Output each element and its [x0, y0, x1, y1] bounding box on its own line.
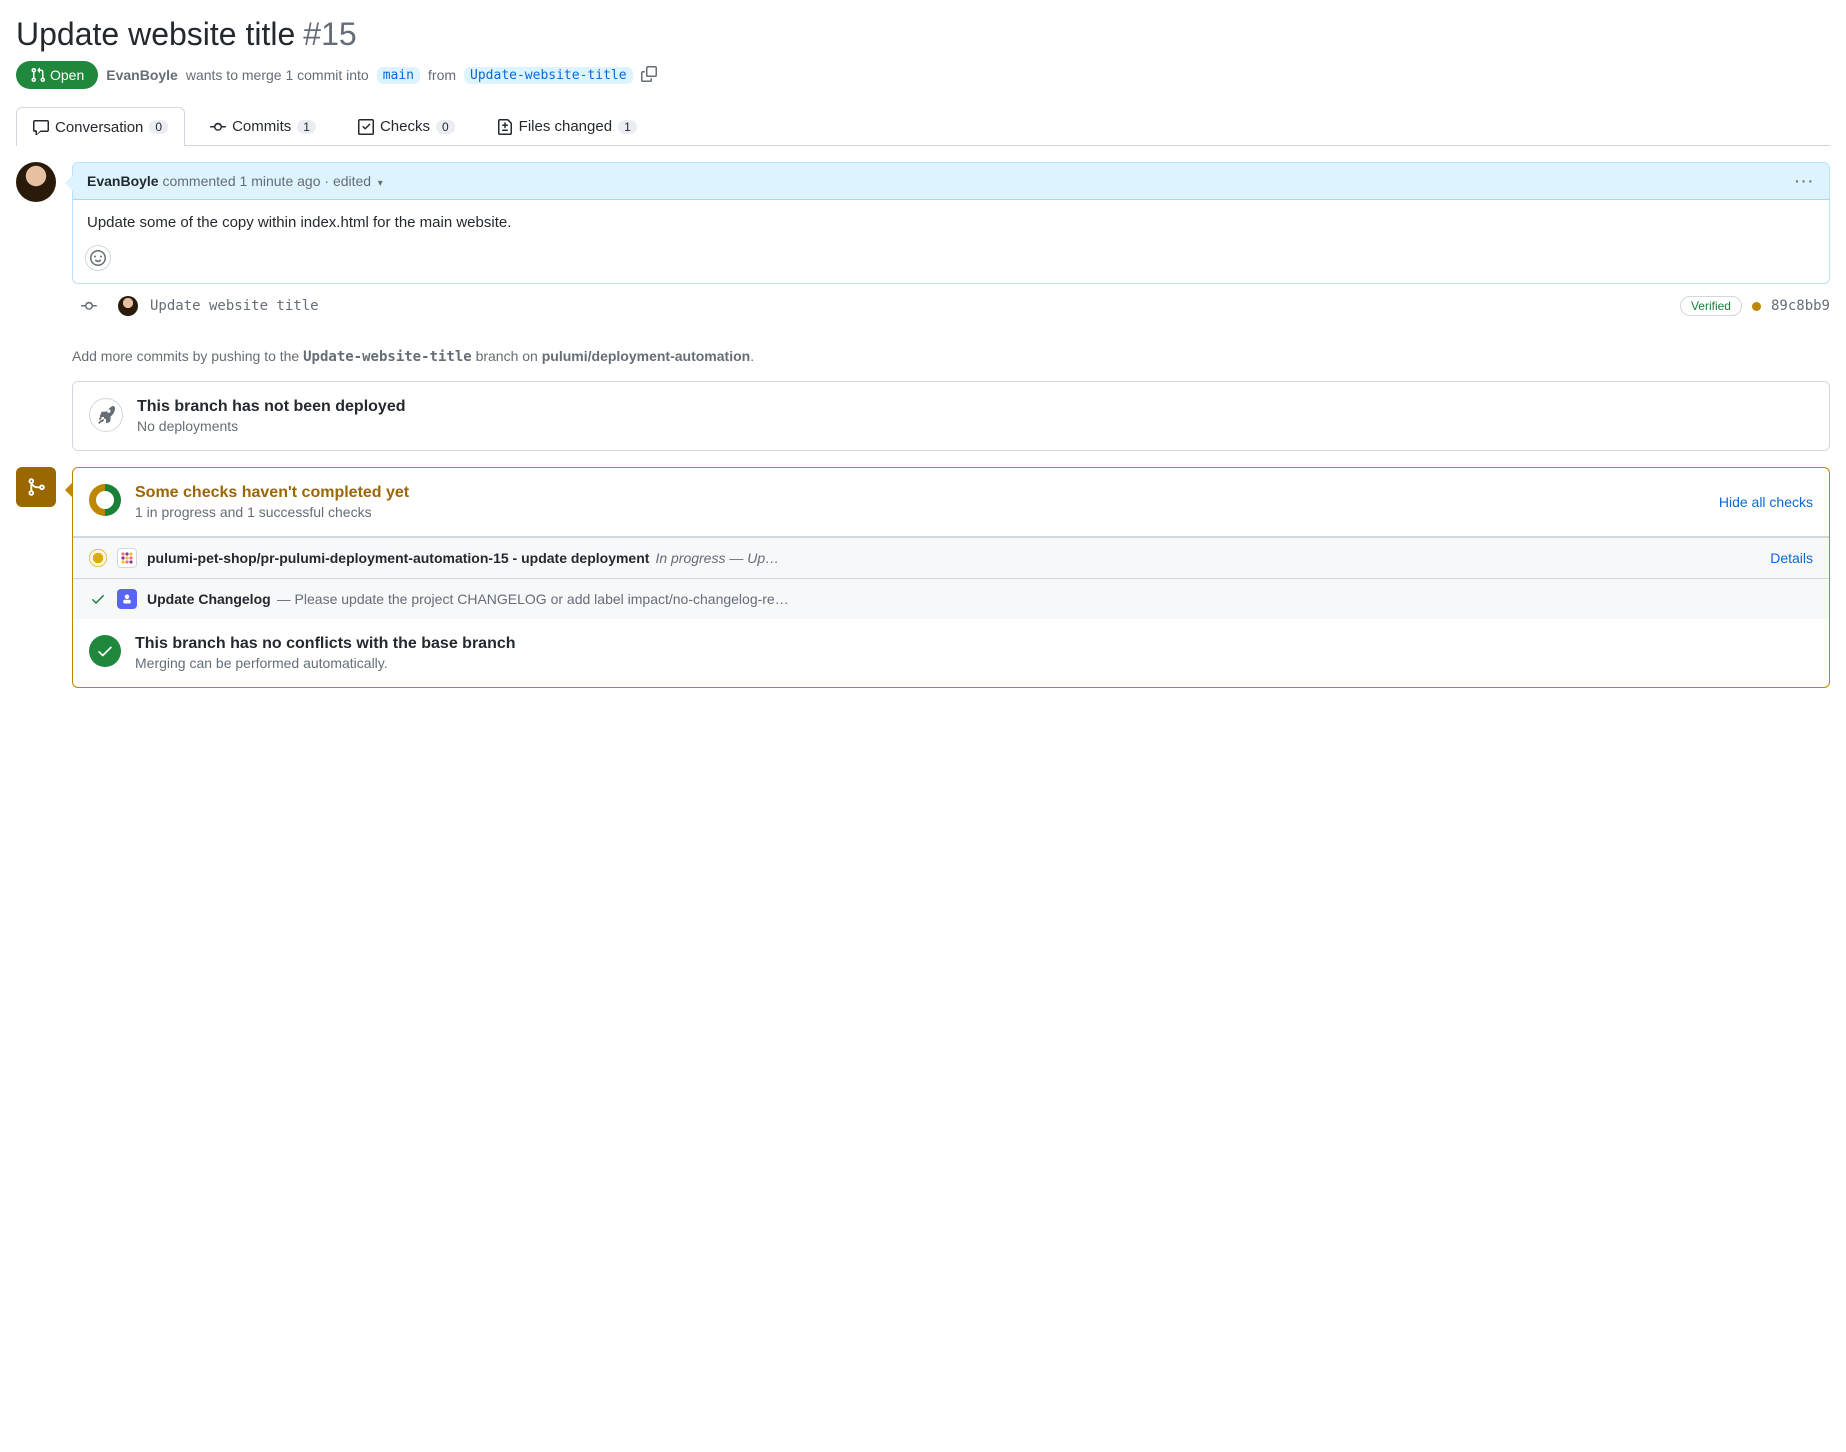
commit-message[interactable]: Update website title	[150, 298, 319, 314]
push-hint-prefix: Add more commits by pushing to the	[72, 348, 303, 364]
base-branch-pill[interactable]: main	[377, 67, 420, 84]
check-row: pulumi-pet-shop/pr-pulumi-deployment-aut…	[73, 537, 1829, 578]
tab-files[interactable]: Files changed 1	[480, 107, 654, 145]
check-details-link[interactable]: Details	[1770, 550, 1813, 566]
pr-number: #15	[303, 16, 356, 53]
tab-files-label: Files changed	[519, 118, 612, 135]
commit-timeline-item: Update website title Verified 89c8bb9	[72, 284, 1830, 328]
commit-sha[interactable]: 89c8bb9	[1771, 298, 1830, 314]
git-pull-request-icon	[30, 67, 46, 83]
comment-author[interactable]: EvanBoyle	[87, 173, 159, 189]
comment-menu-icon[interactable]: ···	[1795, 173, 1815, 189]
comment-action: commented	[162, 173, 235, 189]
tab-commits[interactable]: Commits 1	[193, 107, 333, 145]
smiley-icon	[90, 250, 106, 266]
commit-marker-icon	[72, 298, 106, 314]
commit-avatar[interactable]	[118, 296, 138, 316]
push-hint-mid: branch on	[472, 348, 542, 364]
commits-icon	[210, 119, 226, 135]
bot-app-icon	[117, 589, 137, 609]
tab-checks[interactable]: Checks 0	[341, 107, 472, 145]
conflicts-title: This branch has no conflicts with the ba…	[135, 635, 516, 653]
comment-edited[interactable]: edited	[333, 173, 371, 189]
merge-status-icon	[16, 467, 56, 507]
rocket-icon	[89, 398, 123, 432]
push-hint-branch: Update-website-title	[303, 349, 472, 365]
commit-status-dot[interactable]	[1752, 302, 1761, 311]
tab-checks-count: 0	[436, 120, 455, 134]
check-success-icon	[89, 590, 107, 608]
push-hint-suffix: .	[750, 348, 754, 364]
comment-box: EvanBoyle commented 1 minute ago · edite…	[72, 162, 1830, 284]
check-row: Update Changelog — Please update the pro…	[73, 578, 1829, 619]
author-avatar[interactable]	[16, 162, 56, 202]
push-hint-repo: pulumi/deployment-automation	[542, 348, 750, 364]
deploy-title: This branch has not been deployed	[137, 398, 405, 416]
tab-files-count: 1	[618, 120, 637, 134]
file-diff-icon	[497, 119, 513, 135]
copy-branch-icon[interactable]	[641, 66, 657, 85]
hide-checks-link[interactable]: Hide all checks	[1719, 494, 1813, 510]
push-hint: Add more commits by pushing to the Updat…	[72, 348, 1830, 365]
tab-conversation[interactable]: Conversation 0	[16, 107, 185, 146]
deploy-card: This branch has not been deployed No dep…	[72, 381, 1830, 451]
verified-badge[interactable]: Verified	[1680, 296, 1742, 316]
tab-commits-count: 1	[297, 120, 316, 134]
checks-icon	[358, 119, 374, 135]
comment-sep: ·	[324, 173, 333, 189]
checks-sub: 1 in progress and 1 successful checks	[135, 504, 409, 520]
checks-donut-icon	[89, 484, 121, 516]
conversation-icon	[33, 119, 49, 135]
pr-state-label: Open	[50, 67, 84, 83]
deploy-sub: No deployments	[137, 418, 405, 434]
conflicts-sub: Merging can be performed automatically.	[135, 655, 516, 671]
pulumi-app-icon	[117, 548, 137, 568]
tab-checks-label: Checks	[380, 118, 430, 135]
pr-author[interactable]: EvanBoyle	[106, 67, 178, 83]
pr-state-badge: Open	[16, 61, 98, 89]
check-desc: — Please update the project CHANGELOG or…	[277, 591, 789, 607]
pr-title: Update website title	[16, 16, 295, 53]
check-name[interactable]: Update Changelog	[147, 591, 271, 607]
tab-conversation-label: Conversation	[55, 119, 143, 136]
pr-meta-text-2: from	[428, 67, 456, 83]
check-desc: In progress — Up…	[655, 550, 779, 566]
pr-meta-text-1: wants to merge 1 commit into	[186, 67, 369, 83]
add-reaction-button[interactable]	[85, 245, 111, 271]
tab-conversation-count: 0	[149, 120, 168, 134]
checks-title: Some checks haven't completed yet	[135, 484, 409, 502]
head-branch-pill[interactable]: Update-website-title	[464, 67, 633, 84]
git-merge-icon	[26, 477, 46, 497]
tab-commits-label: Commits	[232, 118, 291, 135]
comment-time[interactable]: 1 minute ago	[240, 173, 321, 189]
no-conflicts-icon	[89, 635, 121, 667]
check-pending-icon	[89, 549, 107, 567]
caret-down-icon[interactable]: ▾	[375, 178, 383, 189]
comment-body: Update some of the copy within index.htm…	[73, 200, 1829, 245]
check-name[interactable]: pulumi-pet-shop/pr-pulumi-deployment-aut…	[147, 550, 649, 566]
